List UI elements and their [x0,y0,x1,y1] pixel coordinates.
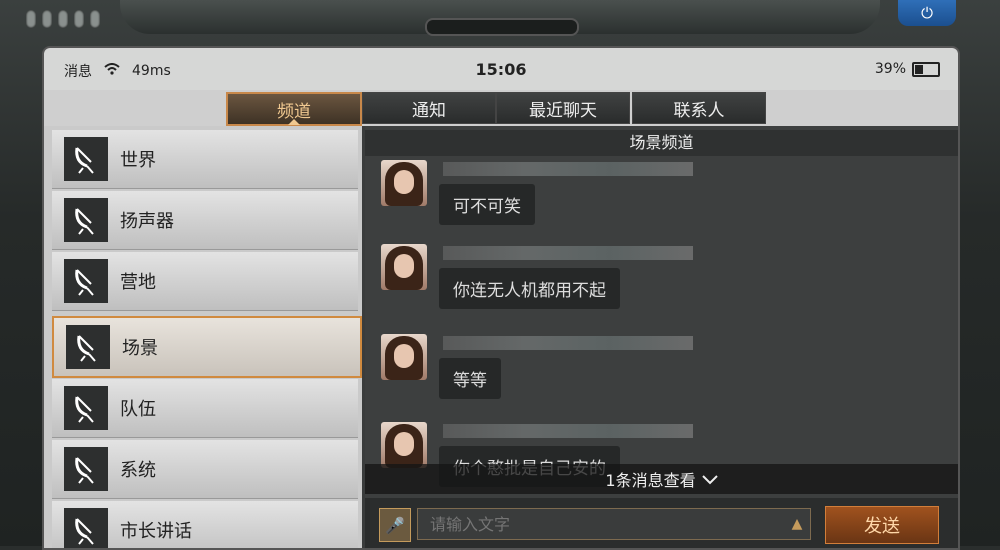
bezel-vent [26,10,100,28]
device-bezel: ⏻ 消息 49ms 15:06 39% 频道 通知 最近聊天 联系人 世界 扬声… [0,0,1000,550]
message-bubble: 你连无人机都用不起 [439,268,620,309]
tab-channels[interactable]: 频道 [226,92,362,126]
channel-item-mayor-speech[interactable]: 市长讲话 [52,501,358,548]
battery-icon [912,61,940,77]
channel-label: 扬声器 [120,211,174,232]
channel-item-camp[interactable]: 营地 [52,252,358,311]
satellite-dish-icon [64,508,108,548]
send-button[interactable]: 发送 [825,506,939,544]
satellite-dish-icon [64,198,108,242]
battery-percent: 39% [874,61,906,77]
exit-button[interactable]: ⏻ [898,0,956,26]
satellite-dish-icon [64,447,108,491]
avatar[interactable] [381,244,427,290]
chevron-up-icon: ▲ [791,516,803,532]
sender-name-blurred [443,424,693,438]
message-bubble: 可不可笑 [439,184,535,225]
chevron-down-icon [701,470,718,489]
avatar[interactable] [381,422,427,468]
new-message-notice[interactable]: 1条消息查看 [365,464,958,494]
avatar[interactable] [381,334,427,380]
chat-screen: 消息 49ms 15:06 39% 频道 通知 最近聊天 联系人 世界 扬声器 … [42,46,960,550]
channel-item-scene[interactable]: 场景 [52,316,362,378]
message-bubble: 等等 [439,358,501,399]
satellite-dish-icon [64,137,108,181]
clock: 15:06 [475,60,527,79]
channel-item-system[interactable]: 系统 [52,440,358,499]
microphone-icon: 🎤 [385,515,405,535]
tab-notifications[interactable]: 通知 [362,92,496,124]
bezel-grip [425,18,579,36]
satellite-dish-icon [64,386,108,430]
chat-panel: 场景频道 可不可笑 你连无人机都用不起 等等 你个憨批是自己安的 [365,126,958,548]
tab-recent-chats[interactable]: 最近聊天 [496,92,630,124]
tab-bar: 频道 通知 最近聊天 联系人 [44,90,958,126]
input-bar: 🎤 ▲ 发送 [365,498,958,548]
message-input[interactable] [417,508,811,540]
channel-item-team[interactable]: 队伍 [52,379,358,438]
new-message-label: 1条消息查看 [605,471,696,490]
channel-label: 系统 [120,460,156,481]
tab-contacts[interactable]: 联系人 [632,92,766,124]
satellite-dish-icon [64,259,108,303]
channel-item-world[interactable]: 世界 [52,130,358,189]
status-right: 39% [875,61,940,77]
status-bar: 消息 49ms 15:06 39% [44,48,958,90]
power-icon: ⏻ [921,4,933,22]
channel-label: 营地 [120,272,156,293]
sender-name-blurred [443,246,693,260]
satellite-dish-icon [66,325,110,369]
sender-name-blurred [443,162,693,176]
channel-item-speaker[interactable]: 扬声器 [52,191,358,250]
channel-label: 场景 [122,338,158,359]
channel-list: 世界 扬声器 营地 场景 队伍 系统 市长讲话 [44,126,362,548]
channel-label: 市长讲话 [120,521,192,542]
channel-label: 队伍 [120,399,156,420]
avatar[interactable] [381,160,427,206]
expand-input-button[interactable]: ▲ [785,510,809,538]
chat-title: 场景频道 [365,130,958,156]
sender-name-blurred [443,336,693,350]
channel-label: 世界 [120,150,156,171]
microphone-button[interactable]: 🎤 [379,508,411,542]
